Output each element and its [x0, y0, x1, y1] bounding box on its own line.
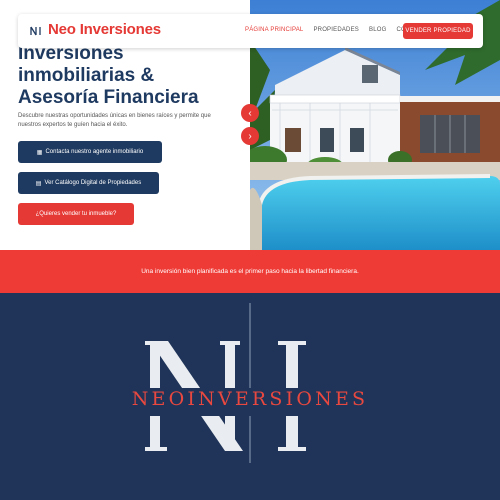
catalog-button[interactable]: ▤ Ver Catálogo Digital de Propiedades — [18, 172, 159, 194]
contact-agent-label: Contacta nuestro agente inmobiliario — [45, 149, 144, 155]
brand-wordmark: NEOINVERSIONES — [131, 388, 369, 410]
book-icon: ▤ — [35, 180, 42, 187]
nav-link-blog[interactable]: BLOG — [369, 27, 386, 33]
contact-agent-button[interactable]: ▦ Contacta nuestro agente inmobiliario — [18, 141, 162, 163]
headline-line-3: Asesoría Financiera — [18, 87, 199, 108]
nav-link-home[interactable]: PÁGINA PRINCIPAL — [245, 27, 303, 33]
headline-line-2: inmobiliarias & — [18, 65, 155, 86]
calendar-icon: ▦ — [36, 149, 43, 156]
sell-property-button[interactable]: VENDER PROPIEDAD — [403, 23, 473, 39]
tagline-band: Una inversión bien planificada es el pri… — [0, 250, 500, 293]
hero-headline: Inversiones inmobiliarias & Asesoría Fin… — [18, 43, 243, 109]
carousel-prev-arrow-icon[interactable]: ‹ — [241, 104, 259, 122]
hero-subtext: Descubre nuestras oportunidades únicas e… — [18, 113, 211, 128]
logo-icon[interactable] — [30, 25, 42, 37]
brand-panel: NEOINVERSIONES — [0, 293, 500, 500]
nav-link-properties[interactable]: PROPIEDADES — [313, 27, 359, 33]
page: Neo Inversiones PÁGINA PRINCIPAL PROPIED… — [0, 0, 500, 500]
brand-name[interactable]: Neo Inversiones — [48, 21, 161, 38]
tagline-text: Una inversión bien planificada es el pri… — [141, 268, 359, 275]
sell-property-link-button[interactable]: ¿Quieres vender tu inmueble? — [18, 203, 134, 225]
catalog-label: Ver Catálogo Digital de Propiedades — [44, 180, 142, 186]
hero-section: Neo Inversiones PÁGINA PRINCIPAL PROPIED… — [0, 0, 500, 250]
top-navbar: Neo Inversiones PÁGINA PRINCIPAL PROPIED… — [18, 14, 483, 48]
carousel-next-arrow-icon[interactable]: › — [241, 127, 259, 145]
